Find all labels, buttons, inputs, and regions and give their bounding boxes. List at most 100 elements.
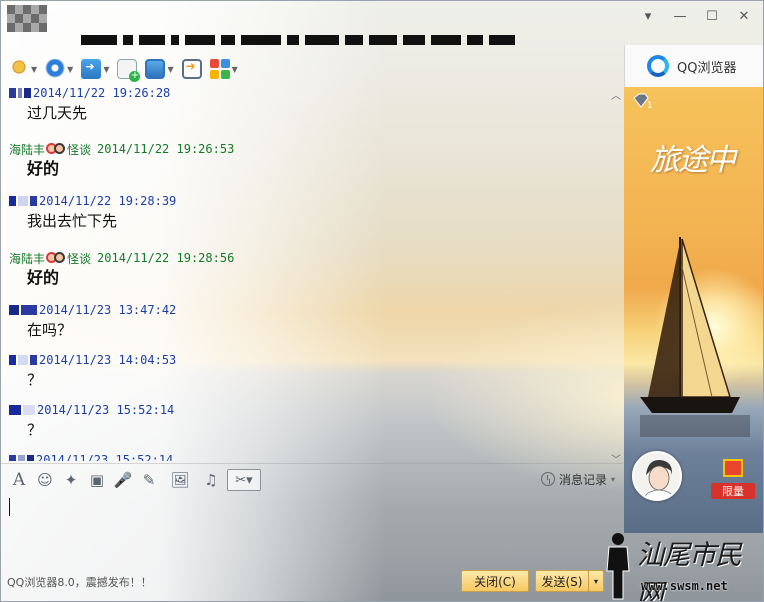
font-button[interactable]: A bbox=[9, 469, 29, 491]
main-toolbar: ▼ ▼ ▼ ▼ ▼ bbox=[7, 55, 240, 83]
apps-button[interactable]: ▼ bbox=[208, 57, 240, 81]
self-name-redacted bbox=[9, 196, 37, 206]
window-menu-button[interactable]: ▾ bbox=[635, 7, 661, 27]
chat-message: 海陆丰 怪谈 2014/11/22 19:28:56 好的 bbox=[1, 250, 623, 290]
chevron-down-icon: ▼ bbox=[67, 64, 74, 74]
microphone-icon bbox=[9, 59, 29, 79]
chat-message: 2014/11/23 15:52:14 bbox=[1, 452, 623, 461]
message-header: 海陆丰 怪谈 2014/11/22 19:28:56 bbox=[1, 250, 623, 266]
footer-ad-link[interactable]: QQ浏览器8.0，震撼发布！！ bbox=[7, 574, 152, 590]
close-window-button[interactable]: ✕ bbox=[731, 7, 757, 27]
window-controls: ▾ — ☐ ✕ bbox=[635, 7, 757, 27]
message-time: 2014/11/22 19:26:53 bbox=[97, 142, 235, 156]
message-time: 2014/11/23 15:52:14 bbox=[37, 403, 175, 417]
message-time: 2014/11/22 19:28:39 bbox=[39, 194, 177, 208]
self-name-redacted bbox=[9, 405, 35, 415]
video-call-button[interactable]: ▼ bbox=[43, 57, 75, 81]
message-header: 2014/11/23 14:04:53 bbox=[1, 352, 623, 368]
self-name-redacted bbox=[9, 305, 37, 315]
voice-call-button[interactable]: ▼ bbox=[7, 57, 39, 81]
chevron-down-icon: ▾ bbox=[611, 474, 616, 484]
music-button[interactable]: ♫ bbox=[201, 469, 221, 491]
share-screen-button[interactable] bbox=[180, 57, 204, 81]
share-screen-icon bbox=[181, 59, 202, 79]
banner-title: 旅途中 bbox=[650, 143, 736, 178]
message-header: 海陆丰 怪谈 2014/11/22 19:26:53 bbox=[1, 141, 623, 157]
message-header: 2014/11/23 13:47:42 bbox=[1, 302, 623, 318]
message-header: 2014/11/23 15:52:14 bbox=[1, 402, 623, 418]
diamond-level: 1 bbox=[647, 101, 653, 109]
diamond-badge-icon[interactable]: 1 bbox=[632, 93, 653, 109]
maximize-button[interactable]: ☐ bbox=[699, 7, 725, 27]
send-file-button[interactable]: ▼ bbox=[79, 57, 111, 81]
contact-signature-redacted bbox=[81, 31, 601, 49]
qq-browser-ad[interactable]: QQ浏览器 bbox=[624, 45, 763, 87]
message-header: 2014/11/22 19:26:28 bbox=[1, 87, 623, 101]
message-text: 好的 bbox=[27, 268, 60, 287]
message-text: 过几天先 bbox=[27, 104, 88, 122]
qq-browser-label: QQ浏览器 bbox=[677, 60, 737, 76]
shake-window-button[interactable]: ✦ bbox=[61, 469, 81, 491]
chat-message: 2014/11/23 13:47:42 在吗？ bbox=[1, 302, 623, 342]
message-time: 2014/11/22 19:26:28 bbox=[33, 87, 171, 100]
close-button[interactable]: 关闭(C) bbox=[461, 570, 529, 592]
clock-icon bbox=[541, 472, 555, 486]
title-bar: ▾ — ☐ ✕ bbox=[1, 1, 763, 35]
chevron-down-icon: ▼ bbox=[231, 64, 238, 74]
message-text: 我出去忙下先 bbox=[27, 212, 118, 230]
text-caret bbox=[9, 498, 10, 516]
apps-icon bbox=[209, 59, 230, 79]
self-name-redacted bbox=[9, 88, 31, 98]
limited-gift-button[interactable]: 限量 bbox=[711, 459, 755, 499]
person-silhouette-icon bbox=[606, 533, 630, 600]
message-header: 2014/11/22 19:28:39 bbox=[1, 193, 623, 209]
send-button[interactable]: 发送(S) bbox=[535, 570, 589, 592]
peer-name[interactable]: 海陆丰 bbox=[9, 250, 45, 267]
send-image-button[interactable]: 🖼 bbox=[165, 469, 195, 491]
remote-desktop-icon bbox=[145, 59, 166, 79]
minimize-button[interactable]: — bbox=[667, 7, 693, 27]
peer-profile-avatar[interactable] bbox=[632, 451, 682, 501]
couple-emoji-icon bbox=[46, 142, 66, 156]
peer-nick-suffix: 怪谈 bbox=[67, 251, 92, 266]
message-header: 2014/11/23 15:52:14 bbox=[1, 452, 623, 461]
message-time: 2014/11/22 19:28:56 bbox=[97, 251, 235, 265]
screenshot-button[interactable]: ▣ bbox=[87, 469, 107, 491]
site-watermark: 汕尾市民网 www.swsm.net bbox=[601, 529, 763, 601]
message-text: ？ bbox=[27, 421, 43, 439]
message-time: 2014/11/23 13:47:42 bbox=[39, 303, 177, 317]
message-text: 在吗？ bbox=[27, 321, 73, 339]
chevron-down-icon: ▼ bbox=[103, 64, 110, 74]
handwrite-button[interactable]: ✎ bbox=[139, 469, 159, 491]
chat-message: 2014/11/23 14:04:53 ？ bbox=[1, 352, 623, 392]
chat-message: 2014/11/22 19:26:28 过几天先 bbox=[1, 87, 623, 125]
emoji-button[interactable]: ☺ bbox=[35, 469, 55, 491]
webcam-icon bbox=[45, 59, 66, 79]
message-time: 2014/11/23 15:52:14 bbox=[36, 453, 174, 461]
chat-history[interactable]: 2014/11/22 19:26:28 过几天先 海陆丰 怪谈 2014/11/… bbox=[1, 87, 623, 461]
message-history-button[interactable]: 消息记录 ▾ bbox=[541, 469, 615, 489]
screen-capture-button[interactable]: ✂▾ bbox=[227, 469, 261, 491]
message-time: 2014/11/23 14:04:53 bbox=[39, 353, 177, 367]
self-name-redacted bbox=[9, 455, 34, 461]
watermark-url: www.swsm.net bbox=[641, 579, 728, 593]
gift-label: 限量 bbox=[711, 483, 755, 499]
chat-window: ▾ — ☐ ✕ ▼ ▼ ▼ ▼ bbox=[0, 0, 764, 602]
scroll-up-arrow-icon[interactable]: ︿ bbox=[611, 87, 621, 102]
self-name-redacted bbox=[9, 355, 37, 365]
send-file-icon bbox=[81, 59, 102, 79]
peer-nick-suffix: 怪谈 bbox=[67, 142, 92, 157]
chevron-down-icon: ▼ bbox=[167, 64, 174, 74]
new-discussion-button[interactable] bbox=[115, 57, 141, 82]
new-discussion-icon bbox=[117, 59, 141, 82]
remote-desktop-button[interactable]: ▼ bbox=[143, 57, 175, 81]
contact-avatar-pixelated[interactable] bbox=[7, 5, 47, 32]
chat-message: 2014/11/23 15:52:14 ？ bbox=[1, 402, 623, 442]
message-input[interactable] bbox=[1, 495, 623, 563]
peer-name[interactable]: 海陆丰 bbox=[9, 141, 45, 158]
input-divider bbox=[1, 463, 623, 464]
message-text: 好的 bbox=[27, 159, 60, 178]
couple-emoji-icon bbox=[46, 251, 66, 265]
voice-message-button[interactable]: 🎤 bbox=[113, 469, 133, 491]
chat-message: 2014/11/22 19:28:39 我出去忙下先 bbox=[1, 193, 623, 233]
